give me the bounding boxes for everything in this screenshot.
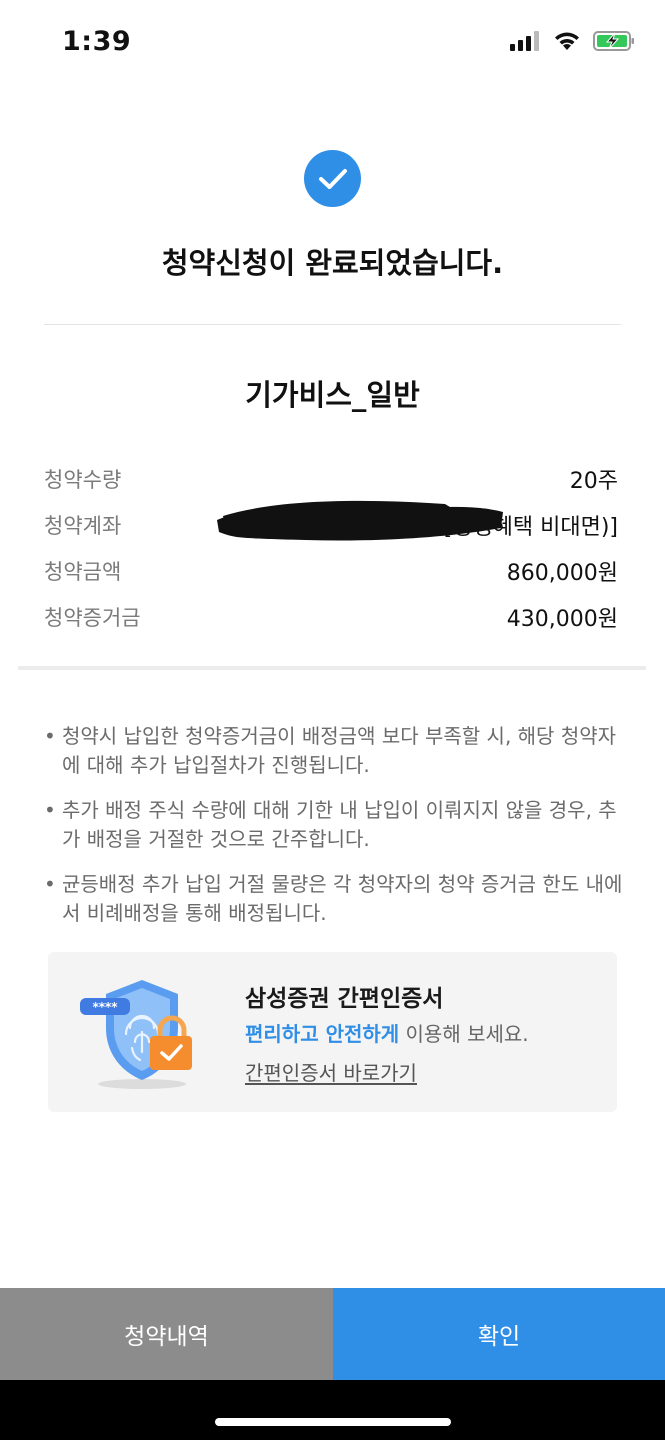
cert-title: 삼성증권 간편인증서 (245, 986, 444, 1012)
detail-value: 860,000원 (506, 561, 618, 586)
divider (44, 324, 621, 325)
detail-value: 430,000원 (506, 607, 618, 632)
section-divider (18, 666, 646, 670)
notice-item: • 균등배정 추가 납입 거절 물량은 각 청약자의 청약 증거금 한도 내에서… (44, 870, 624, 928)
notice-text: 추가 배정 주식 수량에 대해 기한 내 납입이 이뤄지지 않을 경우, 추가 … (62, 798, 617, 851)
status-icons (509, 30, 635, 52)
notice-text: 청약시 납입한 청약증거금이 배정금액 보다 부족할 시, 해당 청약자에 대해… (62, 724, 617, 777)
redaction-scribble (217, 500, 503, 541)
product-name: 기가비스_일반 (245, 378, 420, 412)
cert-description-rest: 이용해 보세요. (399, 1022, 529, 1046)
confirm-button[interactable]: 확인 (333, 1288, 665, 1380)
home-indicator[interactable] (215, 1418, 451, 1426)
bullet: • (44, 872, 56, 896)
cellular-signal-icon (510, 31, 539, 51)
detail-row-quantity: 청약수량 20주 (44, 462, 618, 496)
detail-label: 청약증거금 (44, 606, 141, 630)
password-mask: **** (92, 1000, 118, 1014)
shield-fingerprint-lock-icon: **** (80, 980, 192, 1089)
detail-value: 20주 (569, 469, 618, 494)
status-time: 1:39 (62, 26, 132, 57)
notice-item: • 청약시 납입한 청약증거금이 배정금액 보다 부족할 시, 해당 청약자에 … (44, 722, 624, 780)
detail-label: 청약수량 (44, 468, 122, 492)
status-bar: 1:39 (0, 0, 665, 88)
cert-description-highlight: 편리하고 안전하게 (245, 1022, 400, 1046)
subscription-complete-screen: 1:39 청약신청이 완료되었습니다. 기가비스_일반 청약수량 20주 청약계… (0, 0, 665, 1440)
bullet: • (44, 798, 56, 822)
battery-charging-icon (593, 31, 634, 51)
check-circle-icon (304, 150, 361, 207)
cert-shortcut-link[interactable]: 간편인증서 바로가기 (245, 1057, 417, 1086)
bullet: • (44, 724, 56, 748)
certificate-promo-card[interactable]: **** 삼성증권 간편인증서 편리하고 안전하게 이용해 보세요. 간편인증서… (48, 952, 617, 1112)
subscription-history-button[interactable]: 청약내역 (0, 1288, 333, 1380)
home-indicator-area (0, 1380, 665, 1440)
detail-label: 청약계좌 (44, 514, 122, 538)
detail-label: 청약금액 (44, 560, 122, 584)
cert-description: 편리하고 안전하게 이용해 보세요. (245, 1018, 529, 1047)
notice-item: • 추가 배정 주식 수량에 대해 기한 내 납입이 이뤄지지 않을 경우, 추… (44, 796, 624, 854)
notice-text: 균등배정 추가 납입 거절 물량은 각 청약자의 청약 증거금 한도 내에서 비… (62, 872, 623, 925)
svg-text:****: **** (92, 1000, 118, 1014)
detail-row-deposit: 청약증거금 430,000원 (44, 600, 618, 634)
detail-row-amount: 청약금액 860,000원 (44, 554, 618, 588)
page-title: 청약신청이 완료되었습니다. (161, 246, 504, 280)
wifi-icon (555, 32, 579, 50)
